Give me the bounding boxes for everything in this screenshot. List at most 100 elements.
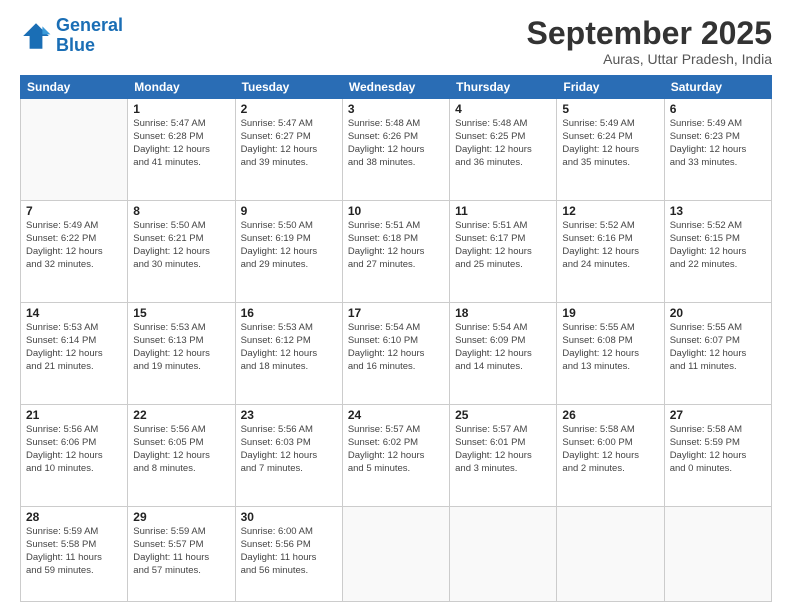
calendar-cell: 6Sunrise: 5:49 AM Sunset: 6:23 PM Daylig… bbox=[664, 99, 771, 201]
day-info: Sunrise: 5:53 AM Sunset: 6:13 PM Dayligh… bbox=[133, 322, 229, 373]
calendar-week-4: 28 Sunrise: 5:59 AM Sunset: 5:58 PM Dayli… bbox=[21, 507, 772, 602]
day-number: 18 bbox=[455, 306, 551, 320]
calendar-cell bbox=[664, 507, 771, 602]
day-number: 1 bbox=[133, 102, 229, 116]
calendar-cell: 1 Sunrise: 5:47 AM Sunset: 6:28 PM Daylig… bbox=[128, 99, 235, 201]
day-info: Sunrise: 5:57 AM Sunset: 6:02 PM Dayligh… bbox=[348, 424, 444, 475]
day-info: Sunrise: 5:53 AM Sunset: 6:14 PM Dayligh… bbox=[26, 322, 122, 373]
day-number: 16 bbox=[241, 306, 337, 320]
day-number: 9 bbox=[241, 204, 337, 218]
day-number: 3 bbox=[348, 102, 444, 116]
calendar-cell: 12 Sunrise: 5:52 AM Sunset: 6:16 PM Dayli… bbox=[557, 201, 664, 303]
day-number: 4 bbox=[455, 102, 551, 116]
weekday-header-row: SundayMondayTuesdayWednesdayThursdayFrid… bbox=[21, 76, 772, 99]
calendar-cell: 29 Sunrise: 5:59 AM Sunset: 5:57 PM Dayli… bbox=[128, 507, 235, 602]
calendar-cell: 23Sunrise: 5:56 AM Sunset: 6:03 PM Dayli… bbox=[235, 405, 342, 507]
day-number: 5 bbox=[562, 102, 658, 116]
calendar-cell: 10 Sunrise: 5:51 AM Sunset: 6:18 PM Dayli… bbox=[342, 201, 449, 303]
day-info: Sunrise: 5:51 AM Sunset: 6:18 PM Dayligh… bbox=[348, 220, 444, 271]
weekday-header-sunday: Sunday bbox=[21, 76, 128, 99]
day-info: Sunrise: 5:51 AM Sunset: 6:17 PM Dayligh… bbox=[455, 220, 551, 271]
logo-icon bbox=[20, 20, 52, 52]
day-info: Sunrise: 5:53 AM Sunset: 6:12 PM Dayligh… bbox=[241, 322, 337, 373]
day-info: Sunrise: 5:58 AM Sunset: 5:59 PM Dayligh… bbox=[670, 424, 766, 475]
weekday-header-saturday: Saturday bbox=[664, 76, 771, 99]
day-info: Sunrise: 5:54 AM Sunset: 6:10 PM Dayligh… bbox=[348, 322, 444, 373]
logo-line2: Blue bbox=[56, 35, 95, 55]
day-number: 20 bbox=[670, 306, 766, 320]
day-info: Sunrise: 5:47 AM Sunset: 6:28 PM Dayligh… bbox=[133, 118, 229, 169]
day-info: Sunrise: 5:59 AM Sunset: 5:58 PM Dayligh… bbox=[26, 526, 122, 577]
day-info: Sunrise: 5:52 AM Sunset: 6:15 PM Dayligh… bbox=[670, 220, 766, 271]
day-number: 26 bbox=[562, 408, 658, 422]
day-info: Sunrise: 5:50 AM Sunset: 6:21 PM Dayligh… bbox=[133, 220, 229, 271]
logo-text: General Blue bbox=[56, 16, 123, 56]
weekday-header-friday: Friday bbox=[557, 76, 664, 99]
calendar-cell bbox=[450, 507, 557, 602]
day-number: 2 bbox=[241, 102, 337, 116]
calendar-cell: 30 Sunrise: 6:00 AM Sunset: 5:56 PM Dayli… bbox=[235, 507, 342, 602]
day-number: 22 bbox=[133, 408, 229, 422]
calendar-cell: 20 Sunrise: 5:55 AM Sunset: 6:07 PM Dayli… bbox=[664, 303, 771, 405]
day-number: 13 bbox=[670, 204, 766, 218]
header: General Blue September 2025 Auras, Uttar… bbox=[20, 16, 772, 67]
day-info: Sunrise: 5:59 AM Sunset: 5:57 PM Dayligh… bbox=[133, 526, 229, 577]
page: General Blue September 2025 Auras, Uttar… bbox=[0, 0, 792, 612]
calendar-cell bbox=[21, 99, 128, 201]
day-info: Sunrise: 5:56 AM Sunset: 6:06 PM Dayligh… bbox=[26, 424, 122, 475]
calendar-cell: 21Sunrise: 5:56 AM Sunset: 6:06 PM Dayli… bbox=[21, 405, 128, 507]
page-title: September 2025 bbox=[527, 16, 772, 51]
weekday-header-thursday: Thursday bbox=[450, 76, 557, 99]
day-number: 27 bbox=[670, 408, 766, 422]
calendar-cell: 19Sunrise: 5:55 AM Sunset: 6:08 PM Dayli… bbox=[557, 303, 664, 405]
logo: General Blue bbox=[20, 16, 123, 56]
day-info: Sunrise: 5:49 AM Sunset: 6:22 PM Dayligh… bbox=[26, 220, 122, 271]
calendar-cell: 25 Sunrise: 5:57 AM Sunset: 6:01 PM Dayli… bbox=[450, 405, 557, 507]
day-number: 12 bbox=[562, 204, 658, 218]
calendar-cell: 24Sunrise: 5:57 AM Sunset: 6:02 PM Dayli… bbox=[342, 405, 449, 507]
day-number: 19 bbox=[562, 306, 658, 320]
day-number: 11 bbox=[455, 204, 551, 218]
calendar-week-0: 1 Sunrise: 5:47 AM Sunset: 6:28 PM Daylig… bbox=[21, 99, 772, 201]
calendar-week-1: 7 Sunrise: 5:49 AM Sunset: 6:22 PM Daylig… bbox=[21, 201, 772, 303]
day-info: Sunrise: 5:49 AM Sunset: 6:23 PM Dayligh… bbox=[670, 118, 766, 169]
calendar-cell: 4Sunrise: 5:48 AM Sunset: 6:25 PM Daylig… bbox=[450, 99, 557, 201]
day-info: Sunrise: 5:50 AM Sunset: 6:19 PM Dayligh… bbox=[241, 220, 337, 271]
calendar-cell: 13 Sunrise: 5:52 AM Sunset: 6:15 PM Dayli… bbox=[664, 201, 771, 303]
day-info: Sunrise: 6:00 AM Sunset: 5:56 PM Dayligh… bbox=[241, 526, 337, 577]
day-number: 8 bbox=[133, 204, 229, 218]
day-number: 17 bbox=[348, 306, 444, 320]
page-subtitle: Auras, Uttar Pradesh, India bbox=[527, 51, 772, 67]
day-info: Sunrise: 5:56 AM Sunset: 6:03 PM Dayligh… bbox=[241, 424, 337, 475]
calendar-cell: 18 Sunrise: 5:54 AM Sunset: 6:09 PM Dayli… bbox=[450, 303, 557, 405]
day-number: 7 bbox=[26, 204, 122, 218]
weekday-header-monday: Monday bbox=[128, 76, 235, 99]
calendar-cell bbox=[342, 507, 449, 602]
calendar-cell: 22 Sunrise: 5:56 AM Sunset: 6:05 PM Dayli… bbox=[128, 405, 235, 507]
calendar-week-3: 21Sunrise: 5:56 AM Sunset: 6:06 PM Dayli… bbox=[21, 405, 772, 507]
calendar-cell: 14 Sunrise: 5:53 AM Sunset: 6:14 PM Dayli… bbox=[21, 303, 128, 405]
day-number: 28 bbox=[26, 510, 122, 524]
day-number: 14 bbox=[26, 306, 122, 320]
day-number: 15 bbox=[133, 306, 229, 320]
day-number: 25 bbox=[455, 408, 551, 422]
day-number: 30 bbox=[241, 510, 337, 524]
day-info: Sunrise: 5:52 AM Sunset: 6:16 PM Dayligh… bbox=[562, 220, 658, 271]
day-info: Sunrise: 5:48 AM Sunset: 6:26 PM Dayligh… bbox=[348, 118, 444, 169]
calendar-cell: 15 Sunrise: 5:53 AM Sunset: 6:13 PM Dayli… bbox=[128, 303, 235, 405]
day-info: Sunrise: 5:47 AM Sunset: 6:27 PM Dayligh… bbox=[241, 118, 337, 169]
day-number: 10 bbox=[348, 204, 444, 218]
title-block: September 2025 Auras, Uttar Pradesh, Ind… bbox=[527, 16, 772, 67]
calendar-cell: 3 Sunrise: 5:48 AM Sunset: 6:26 PM Daylig… bbox=[342, 99, 449, 201]
day-info: Sunrise: 5:55 AM Sunset: 6:07 PM Dayligh… bbox=[670, 322, 766, 373]
day-info: Sunrise: 5:56 AM Sunset: 6:05 PM Dayligh… bbox=[133, 424, 229, 475]
day-number: 29 bbox=[133, 510, 229, 524]
calendar-cell: 16 Sunrise: 5:53 AM Sunset: 6:12 PM Dayli… bbox=[235, 303, 342, 405]
day-info: Sunrise: 5:49 AM Sunset: 6:24 PM Dayligh… bbox=[562, 118, 658, 169]
day-info: Sunrise: 5:57 AM Sunset: 6:01 PM Dayligh… bbox=[455, 424, 551, 475]
day-info: Sunrise: 5:58 AM Sunset: 6:00 PM Dayligh… bbox=[562, 424, 658, 475]
calendar-cell: 9 Sunrise: 5:50 AM Sunset: 6:19 PM Daylig… bbox=[235, 201, 342, 303]
day-info: Sunrise: 5:54 AM Sunset: 6:09 PM Dayligh… bbox=[455, 322, 551, 373]
calendar-cell: 5 Sunrise: 5:49 AM Sunset: 6:24 PM Daylig… bbox=[557, 99, 664, 201]
calendar-cell bbox=[557, 507, 664, 602]
